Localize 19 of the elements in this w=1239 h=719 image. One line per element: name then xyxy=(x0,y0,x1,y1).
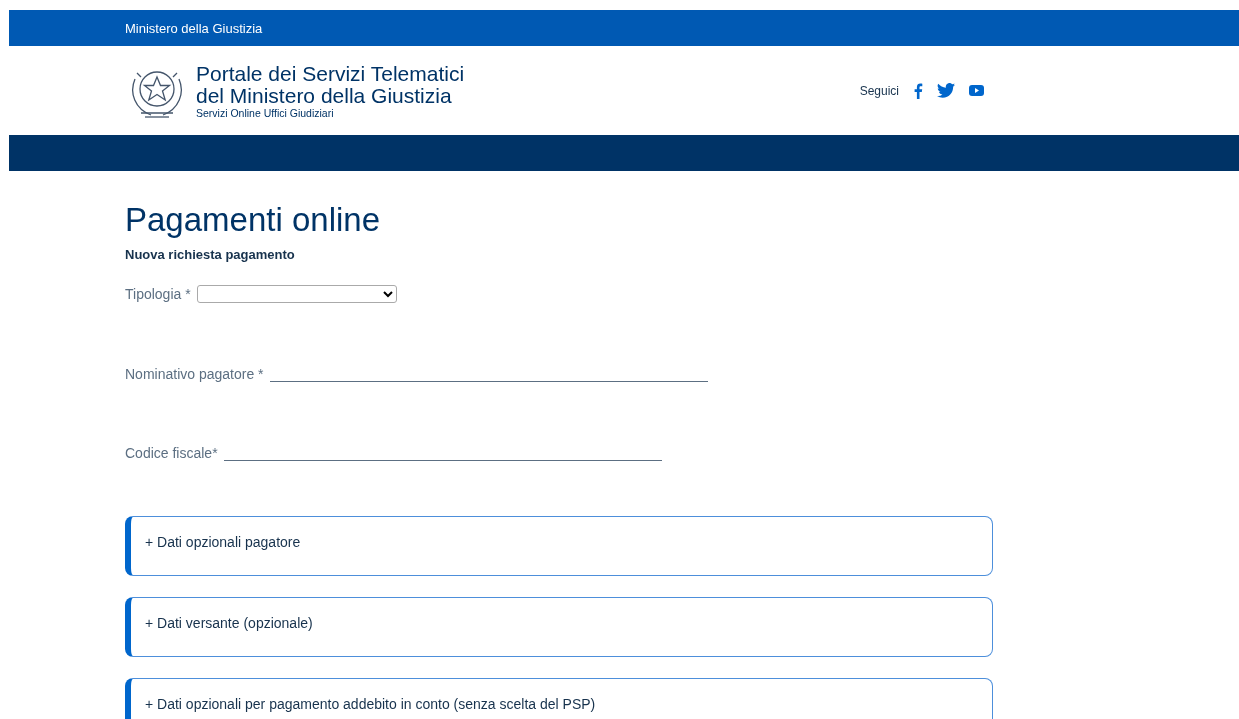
portal-title: del Ministero della Giustizia xyxy=(196,84,453,107)
collapsible-panel[interactable]: + Dati opzionali pagatore xyxy=(125,516,993,576)
portal-title: Portale dei Servizi Telematici xyxy=(196,62,465,85)
collapsible-panel[interactable]: + Dati opzionali per pagamento addebito in conto (senza scelta del PSP) xyxy=(125,678,993,719)
field-label: Nominativo pagatore * xyxy=(125,366,264,382)
field-label: Tipologia * xyxy=(125,286,191,302)
ministry-name: Ministero della Giustizia xyxy=(125,20,263,36)
twitter-icon[interactable] xyxy=(937,83,955,98)
follow-label: Seguici xyxy=(859,83,899,98)
field-label: Codice fiscale* xyxy=(125,445,218,461)
portal-subtitle: Servizi Online Uffici Giudiziari xyxy=(196,106,335,119)
page-title: Pagamenti online xyxy=(125,201,381,239)
collapsible-panel[interactable]: + Dati versante (opzionale) xyxy=(125,597,993,657)
panel-title: + Dati opzionali per pagamento addebito in conto (senza scelta del PSP) xyxy=(145,696,596,712)
youtube-icon[interactable] xyxy=(969,85,984,96)
page-subtitle: Nuova richiesta pagamento xyxy=(125,247,296,262)
panel-title: + Dati opzionali pagatore xyxy=(145,534,301,550)
panel-title: + Dati versante (opzionale) xyxy=(145,615,313,631)
facebook-icon[interactable] xyxy=(913,82,923,99)
